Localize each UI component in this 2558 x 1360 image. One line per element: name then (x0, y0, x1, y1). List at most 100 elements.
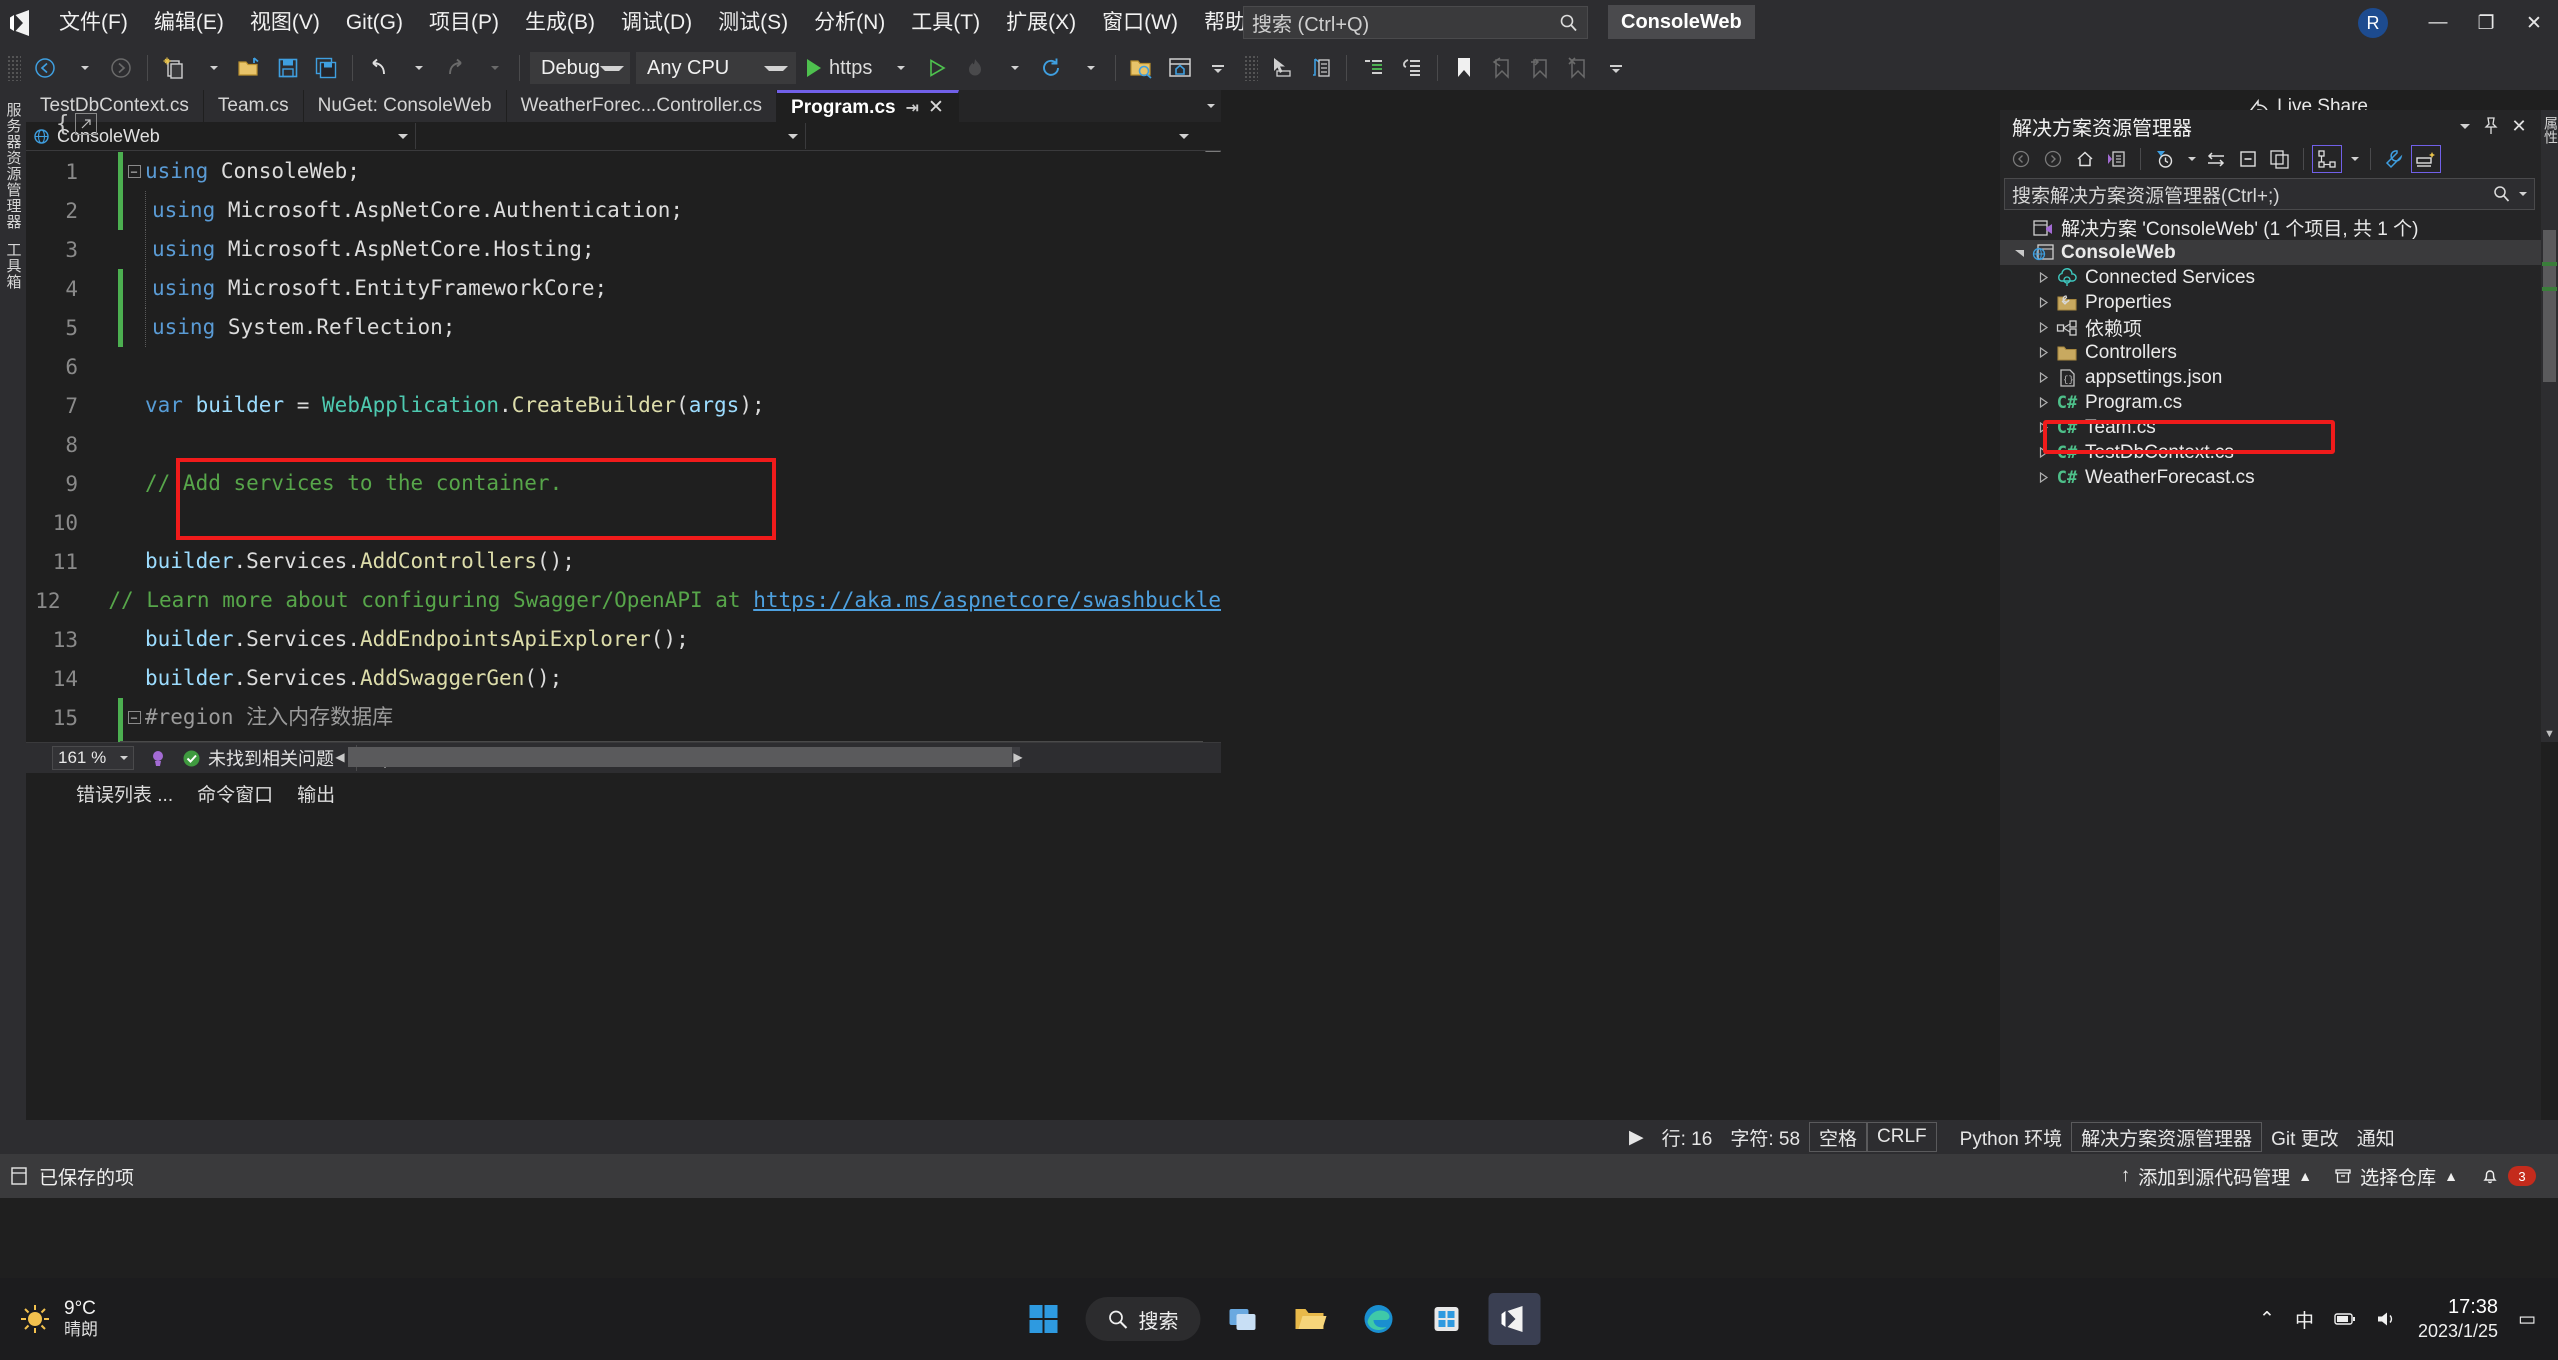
status-python-env[interactable]: Python 环境 (1951, 1123, 2071, 1151)
redo-button[interactable] (436, 51, 474, 85)
menu-project[interactable]: 项目(P) (416, 0, 512, 46)
solution-name-chip[interactable]: ConsoleWeb (1608, 5, 1755, 39)
chevron-right-icon-tree[interactable] (2032, 297, 2054, 308)
code-line[interactable]: 7 var builder = WebApplication.CreateBuil… (26, 386, 1221, 425)
solution-tree-item[interactable]: C# Team.cs (2000, 415, 2541, 440)
status-notifications[interactable]: 通知 (2348, 1123, 2404, 1151)
solution-tree-item[interactable]: Connected Services (2000, 265, 2541, 290)
code-line[interactable]: 13 builder.Services.AddEndpointsApiExplor… (26, 620, 1221, 659)
code-editor[interactable]: 1− using ConsoleWeb; 2 using Microsoft.AspN… (26, 152, 1221, 742)
code-line[interactable]: 8 (26, 425, 1221, 464)
tab-testdbcontext[interactable]: TestDbContext.cs (26, 90, 204, 122)
solution-tree-item[interactable]: {} appsettings.json (2000, 365, 2541, 390)
visual-studio-taskbar-button[interactable] (1488, 1293, 1541, 1345)
home-window-button[interactable] (1161, 51, 1199, 85)
solution-explorer-search-input[interactable]: 搜索解决方案资源管理器(Ctrl+;) (2004, 178, 2535, 210)
minimize-button[interactable]: — (2414, 0, 2462, 46)
navbar-member-combo[interactable] (806, 123, 1196, 149)
solution-tree-item[interactable]: C# TestDbContext.cs (2000, 440, 2541, 465)
pointer-select-button[interactable] (1263, 51, 1301, 85)
panel-close-button[interactable]: ✕ (2505, 112, 2533, 140)
save-all-button[interactable] (307, 51, 345, 85)
previous-bookmark-button[interactable] (1483, 51, 1521, 85)
toolbox-rail-tab[interactable]: 工具箱 (3, 242, 24, 290)
code-line[interactable]: 11 builder.Services.AddControllers(); (26, 542, 1221, 581)
se-show-hierarchy-button[interactable] (2312, 145, 2342, 173)
code-line[interactable]: 12 // Learn more about configuring Swagge… (26, 581, 1221, 620)
save-button[interactable] (269, 51, 307, 85)
window-layout-dropdown[interactable] (1199, 51, 1237, 85)
uncomment-lines-button[interactable] (1392, 51, 1430, 85)
menu-view[interactable]: 视图(V) (237, 0, 333, 46)
code-line[interactable]: 10 (26, 503, 1221, 542)
status-indentation[interactable]: 空格 (1809, 1122, 1868, 1152)
start-debugging-dropdown[interactable] (880, 51, 918, 85)
intellicode-indicator[interactable] (148, 748, 168, 768)
fold-toggle[interactable]: − (123, 165, 145, 178)
panel-pin-button[interactable] (2477, 112, 2505, 140)
menu-debug[interactable]: 调试(D) (608, 0, 705, 46)
notifications-bell-button[interactable]: 3 (2480, 1166, 2536, 1186)
taskbar-clock[interactable]: 17:38 2023/1/25 (2418, 1295, 2498, 1343)
se-back-button[interactable] (2006, 145, 2036, 173)
undo-dropdown[interactable] (398, 51, 436, 85)
code-issues-indicator[interactable]: 未找到相关问题 (182, 745, 334, 771)
solution-platform-combo[interactable]: Any CPU (636, 52, 796, 84)
solution-configuration-combo[interactable]: Debug (530, 52, 630, 84)
close-icon[interactable]: ✕ (928, 96, 944, 119)
store-button[interactable] (1421, 1293, 1473, 1345)
restart-button[interactable] (1032, 51, 1070, 85)
battery-icon[interactable] (2334, 1310, 2356, 1328)
navigate-backward-dropdown[interactable] (64, 51, 102, 85)
menu-build[interactable]: 生成(B) (512, 0, 608, 46)
hscroll-thumb[interactable] (348, 747, 1012, 767)
ime-indicator[interactable]: 中 (2295, 1306, 2314, 1333)
pin-icon[interactable]: ⇥ (906, 98, 919, 118)
code-line[interactable]: 4 using Microsoft.EntityFrameworkCore; (26, 269, 1221, 308)
open-file-button[interactable] (231, 51, 269, 85)
hot-reload-dropdown[interactable] (994, 51, 1032, 85)
chevron-right-icon-tree[interactable] (2032, 347, 2054, 358)
add-to-source-control-button[interactable]: ↑ 添加到源代码管理 ▲ (2121, 1163, 2312, 1190)
redo-dropdown[interactable] (474, 51, 512, 85)
menu-analyze[interactable]: 分析(N) (801, 0, 898, 46)
menu-window[interactable]: 窗口(W) (1089, 0, 1191, 46)
close-button[interactable]: ✕ (2510, 0, 2558, 46)
taskbar-weather-widget[interactable]: 9°C 晴朗 (0, 1298, 98, 1340)
chevron-right-icon-tree[interactable] (2032, 272, 2054, 283)
status-solution-explorer[interactable]: 解决方案资源管理器 (2071, 1122, 2263, 1152)
global-search-input[interactable]: 搜索 (Ctrl+Q) (1243, 6, 1588, 39)
avatar[interactable]: R (2358, 8, 2388, 38)
tab-list-dropdown[interactable] (1190, 89, 1228, 123)
toolbar-grip-handle-2[interactable] (1244, 55, 1259, 81)
start-debugging-button[interactable]: https (799, 51, 880, 85)
insert-snippet-button[interactable] (1301, 51, 1339, 85)
se-sync-button[interactable] (2201, 145, 2231, 173)
editor-horizontal-scrollbar[interactable] (348, 747, 1020, 767)
solution-tree-item[interactable]: 依赖项 (2000, 315, 2541, 340)
menu-tools[interactable]: 工具(T) (898, 0, 993, 46)
se-collapse-all-button[interactable] (2233, 145, 2263, 173)
solution-tree-item[interactable]: ConsoleWeb (2000, 240, 2541, 265)
properties-rail-tab[interactable]: 属性 (2541, 116, 2558, 144)
menu-test[interactable]: 测试(S) (705, 0, 801, 46)
menu-extensions[interactable]: 扩展(X) (993, 0, 1089, 46)
volume-icon[interactable] (2376, 1310, 2398, 1328)
chevron-down-icon-tree[interactable] (2008, 247, 2030, 258)
solution-tree-item[interactable]: C# Program.cs (2000, 390, 2541, 415)
notification-center-button[interactable]: ▭ (2518, 1308, 2536, 1331)
chevron-right-icon-tree[interactable] (2032, 447, 2054, 458)
chevron-right-icon-tree[interactable] (2032, 397, 2054, 408)
hot-reload-button[interactable] (956, 51, 994, 85)
se-show-all-files-button[interactable] (2265, 145, 2295, 173)
tab-weatherforecast-controller[interactable]: WeatherForec...Controller.cs (506, 90, 778, 122)
code-line[interactable]: 16−builder.Services.AddDbContext<TestDbC… (26, 737, 1221, 742)
code-line[interactable]: 1 − using ConsoleWeb; (26, 152, 1221, 191)
search-solution-button[interactable] (1123, 51, 1161, 85)
status-line-ending[interactable]: CRLF (1867, 1122, 1937, 1152)
hscroll-left-button[interactable]: ◀ (332, 747, 348, 767)
tab-command-window[interactable]: 命令窗口 (197, 780, 273, 807)
scroll-down-button[interactable]: ▼ (2541, 725, 2558, 742)
menu-file[interactable]: 文件(F) (46, 0, 141, 46)
taskbar-search-button[interactable]: 搜索 (1085, 1297, 1201, 1341)
